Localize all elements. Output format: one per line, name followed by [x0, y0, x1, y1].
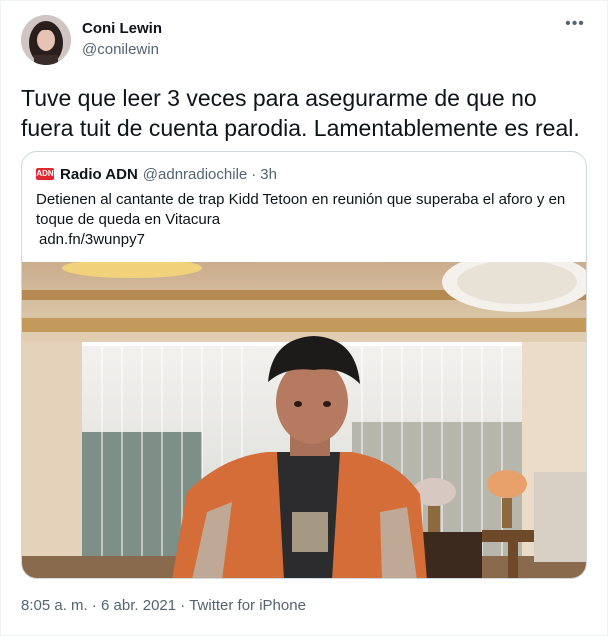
- tweet-date[interactable]: 6 abr. 2021: [101, 597, 176, 614]
- meta-separator-2: ·: [176, 597, 190, 614]
- quoted-photo[interactable]: [22, 262, 586, 579]
- quoted-text: Detienen al cantante de trap Kidd Tetoon…: [36, 191, 566, 228]
- tweet-text: Tuve que leer 3 veces para asegurarme de…: [21, 85, 580, 141]
- avatar-photo: [21, 15, 71, 65]
- tweet-card: Coni Lewin @conilewin ••• Tuve que leer …: [0, 0, 608, 636]
- radio-adn-logo: ADN: [36, 168, 54, 180]
- quoted-display-name[interactable]: Radio ADN: [60, 166, 138, 183]
- tweet-time[interactable]: 8:05 a. m.: [21, 597, 88, 614]
- tweet-metadata: 8:05 a. m. · 6 abr. 2021 · Twitter for i…: [21, 597, 306, 614]
- quoted-timestamp[interactable]: 3h: [260, 166, 277, 183]
- quoted-link[interactable]: adn.fn/3wunpy7: [36, 230, 576, 250]
- avatar[interactable]: [21, 15, 71, 65]
- meta-separator-1: ·: [87, 597, 102, 614]
- tweet-header: Coni Lewin @conilewin •••: [21, 15, 589, 67]
- quoted-tweet-header: ADN Radio ADN @adnradiochile · 3h: [36, 164, 277, 184]
- author-handle[interactable]: @conilewin: [82, 40, 162, 60]
- quoted-separator: ·: [251, 165, 257, 183]
- author-display-name[interactable]: Coni Lewin: [82, 19, 162, 39]
- more-horizontal-icon[interactable]: •••: [565, 16, 585, 37]
- quoted-text-block: Detienen al cantante de trap Kidd Tetoon…: [36, 190, 576, 250]
- quoted-handle[interactable]: @adnradiochile: [143, 166, 247, 183]
- author-names: Coni Lewin @conilewin: [82, 19, 162, 60]
- tweet-source[interactable]: Twitter for iPhone: [189, 597, 306, 614]
- quoted-tweet[interactable]: ADN Radio ADN @adnradiochile · 3h Detien…: [21, 151, 587, 579]
